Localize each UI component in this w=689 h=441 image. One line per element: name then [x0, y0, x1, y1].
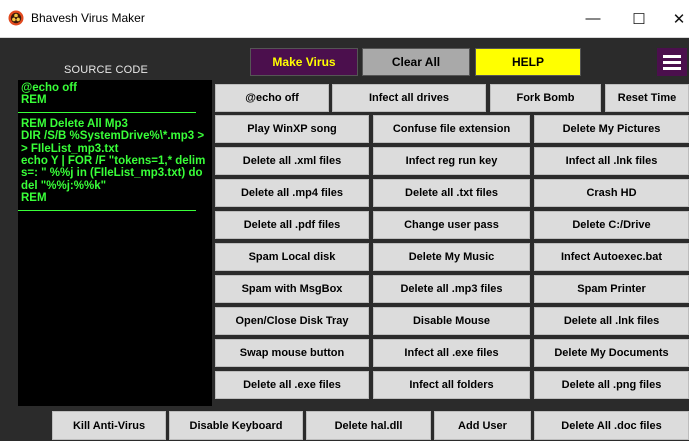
btn-infect-all-drives[interactable]: Infect all drives — [332, 84, 486, 112]
btn-swap-mouse-button[interactable]: Swap mouse button — [215, 339, 369, 367]
btn-crash-hd[interactable]: Crash HD — [534, 179, 689, 207]
btn-delete-pdf[interactable]: Delete all .pdf files — [215, 211, 369, 239]
btn-add-user[interactable]: Add User — [434, 411, 531, 440]
btn-fork-bomb[interactable]: Fork Bomb — [490, 84, 601, 112]
source-block-mp3: REM Delete All Mp3 DIR /S/B %SystemDrive… — [21, 117, 206, 205]
btn-delete-doc[interactable]: Delete All .doc files — [534, 411, 689, 440]
source-divider — [18, 111, 196, 113]
btn-spam-local-disk[interactable]: Spam Local disk — [215, 243, 369, 271]
btn-delete-exe[interactable]: Delete all .exe files — [215, 371, 369, 399]
btn-disable-mouse[interactable]: Disable Mouse — [373, 307, 530, 335]
help-button[interactable]: HELP — [475, 48, 581, 76]
source-code-editor[interactable]: @echo off REM REM Delete All Mp3 DIR /S/… — [18, 80, 212, 406]
clear-all-button[interactable]: Clear All — [362, 48, 470, 76]
btn-delete-c-drive[interactable]: Delete C:/Drive — [534, 211, 689, 239]
btn-play-winxp-song[interactable]: Play WinXP song — [215, 115, 369, 143]
btn-delete-xml[interactable]: Delete all .xml files — [215, 147, 369, 175]
btn-disable-keyboard[interactable]: Disable Keyboard — [169, 411, 303, 440]
title-bar: Bhavesh Virus Maker — ☐ ✕ — [0, 0, 689, 38]
btn-confuse-file-extension[interactable]: Confuse file extension — [373, 115, 530, 143]
btn-delete-txt[interactable]: Delete all .txt files — [373, 179, 530, 207]
btn-infect-reg-run-key[interactable]: Infect reg run key — [373, 147, 530, 175]
btn-kill-anti-virus[interactable]: Kill Anti-Virus — [52, 411, 166, 440]
source-divider — [18, 209, 196, 211]
hamburger-icon — [663, 66, 681, 70]
btn-delete-mp3[interactable]: Delete all .mp3 files — [373, 275, 530, 303]
btn-reset-time[interactable]: Reset Time — [605, 84, 689, 112]
btn-spam-printer[interactable]: Spam Printer — [534, 275, 689, 303]
hamburger-icon — [663, 54, 681, 58]
menu-button[interactable] — [657, 48, 687, 76]
biohazard-icon — [8, 10, 24, 26]
btn-delete-my-documents[interactable]: Delete My Documents — [534, 339, 689, 367]
btn-infect-exe[interactable]: Infect all .exe files — [373, 339, 530, 367]
btn-delete-my-pictures[interactable]: Delete My Pictures — [534, 115, 689, 143]
window-title: Bhavesh Virus Maker — [31, 11, 145, 25]
minimize-button[interactable]: — — [570, 0, 616, 37]
btn-echo-off[interactable]: @echo off — [215, 84, 329, 112]
btn-delete-mp4[interactable]: Delete all .mp4 files — [215, 179, 369, 207]
btn-delete-lnk[interactable]: Delete all .lnk files — [534, 307, 689, 335]
btn-infect-all-folders[interactable]: Infect all folders — [373, 371, 530, 399]
btn-delete-hal-dll[interactable]: Delete hal.dll — [306, 411, 431, 440]
source-code-label: SOURCE CODE — [63, 64, 149, 76]
btn-delete-my-music[interactable]: Delete My Music — [373, 243, 530, 271]
btn-spam-msgbox[interactable]: Spam with MsgBox — [215, 275, 369, 303]
hamburger-icon — [663, 60, 681, 64]
btn-open-close-disk-tray[interactable]: Open/Close Disk Tray — [215, 307, 369, 335]
btn-change-user-pass[interactable]: Change user pass — [373, 211, 530, 239]
btn-delete-png[interactable]: Delete all .png files — [534, 371, 689, 399]
btn-infect-lnk[interactable]: Infect all .lnk files — [534, 147, 689, 175]
source-block-echo: @echo off REM — [21, 82, 77, 107]
app-window: Bhavesh Virus Maker — ☐ ✕ Make Virus Cle… — [0, 0, 689, 441]
make-virus-button[interactable]: Make Virus — [250, 48, 358, 76]
close-button[interactable]: ✕ — [656, 0, 689, 37]
btn-infect-autoexec[interactable]: Infect Autoexec.bat — [534, 243, 689, 271]
